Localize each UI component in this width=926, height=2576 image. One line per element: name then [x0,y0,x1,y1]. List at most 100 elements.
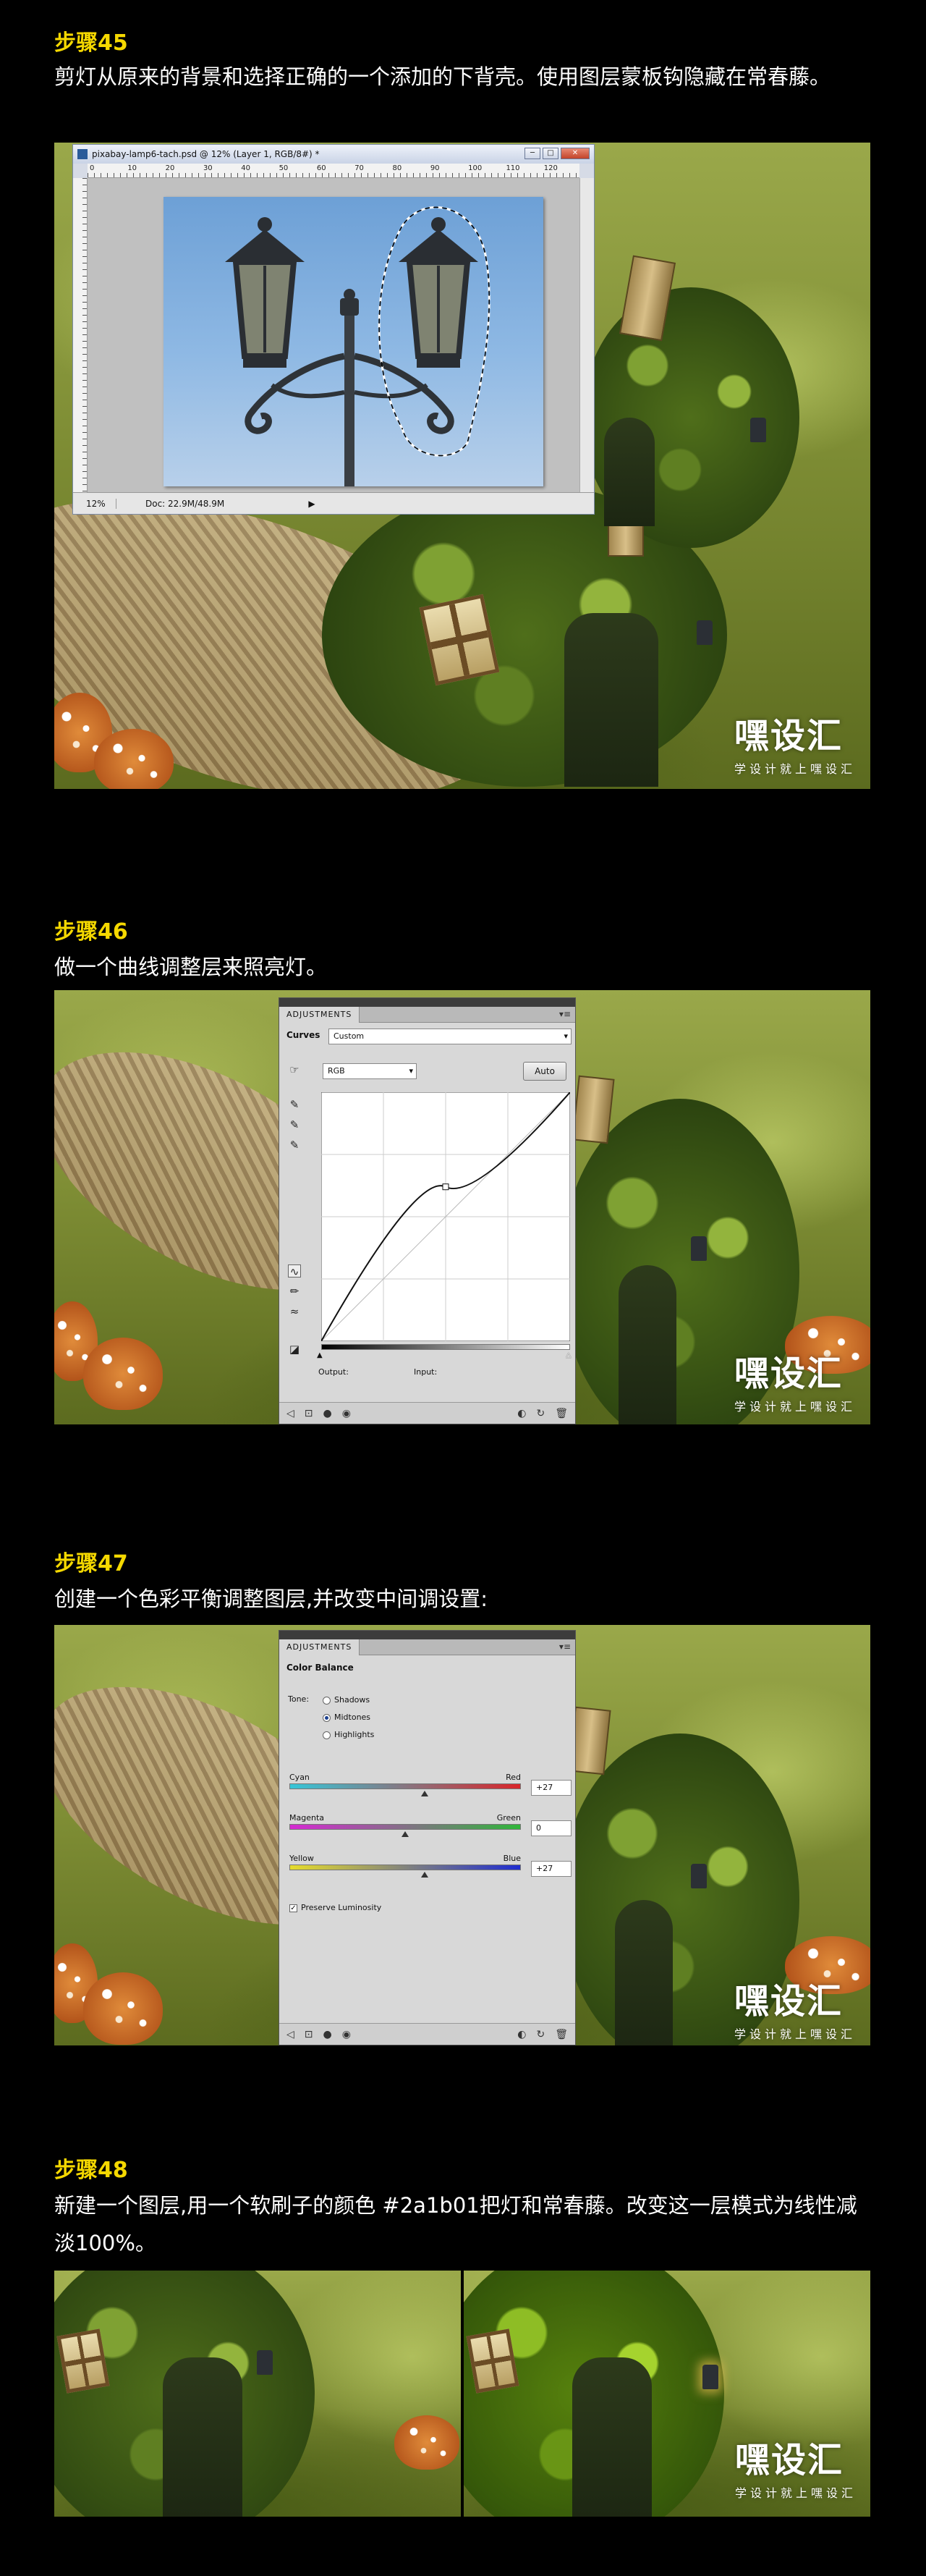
watermark: 嘿设汇 学设计就上嘿设汇 [734,1354,857,1414]
house-door [572,2357,652,2517]
step48-photo-before [54,2271,461,2517]
photoshop-icon [77,149,88,159]
tone-highlights[interactable]: Highlights [323,1726,374,1744]
mushroom [83,1338,163,1410]
watermark: 嘿设汇 学设计就上嘿设汇 [735,2440,857,2500]
panel-menu-icon[interactable]: ▾≡ [559,1642,571,1652]
step48-title: 步骤48 [54,2158,128,2183]
mushroom [394,2415,459,2470]
clipping-icon[interactable]: ◪ [288,1343,301,1356]
clip-layer-icon[interactable]: ● [323,2029,332,2040]
house-door [615,1900,673,2045]
minimize-button[interactable]: ─ [524,148,540,159]
output-label: Output: [318,1367,349,1377]
step47-text: 创建一个色彩平衡调整图层,并改变中间调设置: [54,1587,488,1611]
status-menu-arrow-icon[interactable]: ▶ [305,499,319,509]
mini-lamp [691,1236,707,1261]
clip-layer-icon[interactable]: ● [323,1408,332,1419]
watermark: 嘿设汇 学设计就上嘿设汇 [734,716,857,776]
panel-menu-icon[interactable]: ▾≡ [559,1009,571,1019]
curve-tool-icon[interactable]: ∿ [288,1264,301,1278]
trash-icon[interactable]: 🗑 [555,2029,568,2040]
house-door-top [604,418,655,526]
reset-icon[interactable]: ↻ [536,2029,545,2040]
step47-title: 步骤47 [54,1551,128,1576]
slider-thumb[interactable] [421,1791,429,1796]
smooth-icon[interactable]: ≈ [288,1305,301,1318]
eyedropper-black-icon[interactable]: ✎ [288,1098,301,1111]
back-arrow-icon[interactable]: ◁ [286,2029,294,2040]
tone-midtones[interactable]: Midtones [323,1709,374,1726]
input-gradient-bar [321,1344,570,1350]
lamp-image [163,197,543,486]
radio-selected-icon [323,1713,331,1722]
adjustment-name: Curves [286,1030,320,1040]
slider-thumb[interactable] [402,1831,409,1837]
reset-icon[interactable]: ↻ [536,1408,545,1419]
ps-titlebar: pixabay-lamp6-tach.psd @ 12% (Layer 1, R… [73,145,594,164]
visibility-eye-icon[interactable]: ◉ [342,2029,351,2040]
mini-lamp [697,620,713,645]
color-balance-panel: ADJUSTMENTS ▾≡ Color Balance Tone: Shado… [279,1630,576,2045]
zoom-level[interactable]: 12% [73,498,116,509]
step45-text: 剪灯从原来的背景和选择正确的一个添加的下背壳。使用图层蒙板钩隐藏在常春藤。 [54,64,831,89]
mini-lamp [257,2350,273,2375]
target-adjust-icon[interactable]: ☞ [288,1063,301,1076]
chimney [572,1075,615,1144]
ruler-numbers: 0 10 20 30 40 50 60 70 80 90 100 110 120 [90,164,558,172]
vertical-scrollbar[interactable] [579,178,594,492]
eyedropper-gray-icon[interactable]: ✎ [288,1118,301,1131]
trash-icon[interactable]: 🗑 [555,1408,568,1419]
preserve-luminosity-checkbox[interactable]: ✓ Preserve Luminosity [289,1903,381,1912]
adjustments-tab[interactable]: ADJUSTMENTS [279,1007,360,1023]
auto-button[interactable]: Auto [523,1062,566,1081]
expand-view-icon[interactable]: ⊡ [305,1408,313,1419]
maximize-button[interactable]: □ [543,148,558,159]
house-door [619,1265,676,1424]
ps-statusbar: 12% Doc: 22.9M/48.9M ▶ [73,492,594,514]
slider-thumb[interactable] [421,1872,429,1878]
adjustments-tab[interactable]: ADJUSTMENTS [279,1639,360,1655]
house-door [163,2357,242,2517]
tone-radio-group: Shadows Midtones Highlights [323,1692,374,1744]
mini-lamp-top [750,418,766,442]
mini-lamp [691,1864,707,1888]
preset-select[interactable]: Custom [328,1029,572,1044]
radio-icon [323,1696,331,1705]
panel-bottom-bar: ◁ ⊡ ● ◉ ◐ ↻ 🗑 [279,2023,575,2045]
mini-lamp [702,2365,718,2389]
expand-view-icon[interactable]: ⊡ [305,2029,313,2040]
input-label: Input: [414,1367,438,1377]
step46-text: 做一个曲线调整层来照亮灯。 [54,955,328,979]
radio-icon [323,1731,331,1739]
watermark: 嘿设汇 学设计就上嘿设汇 [734,1981,857,2041]
tone-label: Tone: [288,1694,310,1704]
previous-state-icon[interactable]: ◐ [517,1408,526,1419]
step48-text: 新建一个图层,用一个软刷子的颜色 #2a1b01把灯和常春藤。改变这一层模式为线… [54,2193,857,2255]
magenta-green-value[interactable]: 0 [531,1820,572,1836]
previous-state-icon[interactable]: ◐ [517,2029,526,2040]
curves-adjustment-panel: ADJUSTMENTS ▾≡ Curves Custom ☞ RGB Auto … [279,997,576,1424]
close-button[interactable]: ✕ [561,148,590,159]
back-arrow-icon[interactable]: ◁ [286,1408,294,1419]
channel-select[interactable]: RGB [323,1063,417,1079]
doc-size: Doc: 22.9M/48.9M [145,498,225,509]
yellow-blue-value[interactable]: +27 [531,1861,572,1877]
pencil-tool-icon[interactable]: ✏ [288,1285,301,1298]
window-controls: ─ □ ✕ [524,148,590,159]
step45-title: 步骤45 [54,30,128,56]
house-door [564,613,658,787]
mushroom [94,729,174,789]
curves-graph[interactable] [321,1092,570,1341]
black-point-slider-icon[interactable]: ▲ [317,1351,323,1359]
tone-shadows[interactable]: Shadows [323,1692,374,1709]
visibility-eye-icon[interactable]: ◉ [342,1408,351,1419]
ps-canvas-area[interactable] [88,178,579,492]
checkbox-checked-icon: ✓ [289,1904,297,1912]
mushroom [83,1972,163,2045]
eyedropper-white-icon[interactable]: ✎ [288,1139,301,1152]
adjustment-name: Color Balance [286,1663,354,1673]
cyan-red-value[interactable]: +27 [531,1780,572,1796]
white-point-slider-icon[interactable]: △ [566,1351,572,1359]
vertical-ruler [73,178,88,492]
